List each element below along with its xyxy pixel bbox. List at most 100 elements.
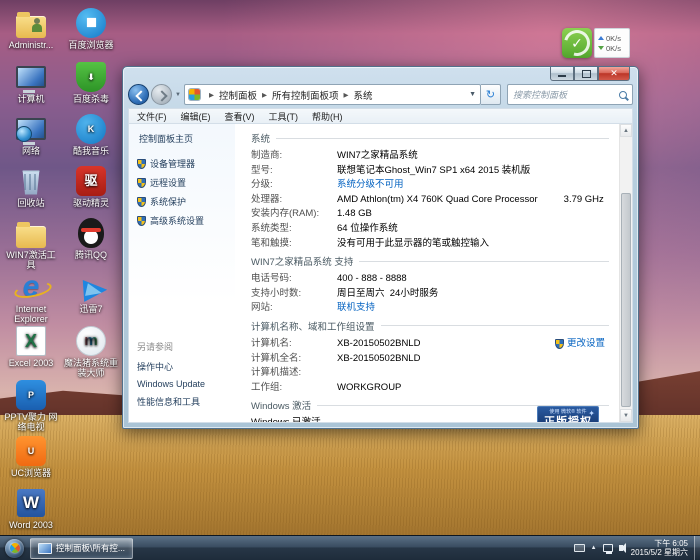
genuine-software-badge[interactable]: ✦ 使用 微软® 软件 正版授权 安全 稳定 声誉 [537, 406, 599, 422]
recent-pages-dropdown[interactable]: ▼ [175, 92, 181, 98]
maximize-button[interactable] [574, 67, 598, 81]
breadcrumb-all-items[interactable]: 所有控制面板项 [272, 88, 339, 102]
desktop-icon-internet-explorer[interactable]: e Internet Explorer [2, 270, 60, 324]
desktop-icon-thunder7[interactable]: 迅雷7 [62, 270, 120, 314]
info-row-computer-name: 计算机名:XB-20150502BNLD 更改设置 [251, 337, 609, 352]
windows-activation-section: Windows 激活 Windows 已激活 产品 ID: 00426-OEM-… [251, 398, 609, 422]
sidebar-item-label: 设备管理器 [150, 157, 195, 170]
icon-label: 迅雷7 [62, 304, 120, 314]
compass-icon [82, 13, 100, 31]
excel-icon: X [16, 326, 46, 356]
menu-view[interactable]: 查看(V) [225, 110, 255, 123]
sidebar-item-performance-tools[interactable]: 性能信息和工具 [137, 395, 235, 408]
info-row-workgroup: 工作组:WORKGROUP [251, 381, 609, 396]
close-icon: ✕ [610, 68, 618, 79]
breadcrumb-control-panel[interactable]: 控制面板 [219, 88, 257, 102]
input-method-icon[interactable] [574, 544, 585, 552]
network-icon [16, 118, 46, 140]
tray-clock[interactable]: 下午 6:05 2015/5/2 星期六 [631, 539, 692, 557]
info-row-hours: 支持小时数:周日至周六 24小时服务 [251, 287, 609, 302]
scroll-up-arrow[interactable]: ▲ [620, 124, 632, 137]
desktop-icon-kuwo-music[interactable]: K 酷我音乐 [62, 112, 120, 156]
rating-unavailable-link[interactable]: 系统分级不可用 [337, 178, 404, 193]
volume-tray-icon[interactable] [619, 545, 623, 551]
control-panel-icon [189, 89, 200, 100]
menu-tools[interactable]: 工具(T) [269, 110, 299, 123]
sidebar-item-advanced-settings[interactable]: 高级系统设置 [137, 214, 235, 227]
sidebar-item-remote-settings[interactable]: 远程设置 [137, 176, 235, 189]
desktop-icon-uc-browser[interactable]: U UC浏览器 [2, 434, 60, 478]
sidebar-item-device-manager[interactable]: 设备管理器 [137, 157, 235, 170]
clock-date: 2015/5/2 星期六 [631, 548, 688, 557]
menu-help[interactable]: 帮助(H) [312, 110, 343, 123]
sidebar-see-also-group: 另请参阅 操作中心 Windows Update 性能信息和工具 [137, 340, 235, 414]
scrollbar-thumb[interactable] [621, 193, 631, 407]
sidebar-item-control-panel-home[interactable]: 控制面板主页 [139, 132, 235, 145]
cpu-clock: 3.79 GHz [564, 193, 604, 208]
taskbar-app-control-panel[interactable]: 控制面板\所有控... [30, 538, 133, 559]
info-row-rating: 分级:系统分级不可用 [251, 178, 609, 193]
recycle-bin-icon [21, 171, 41, 195]
desktop-icon-mofazhu[interactable]: m 魔法猪系统重装大师 [62, 324, 120, 378]
desktop-icon-baidu-antivirus[interactable]: ⬇ 百度杀毒 [62, 60, 120, 104]
info-row-phone: 电话号码:400 - 888 - 8888 [251, 272, 609, 287]
icon-label: PPTV聚力 网络电视 [2, 412, 60, 432]
system-tray: ▲ 下午 6:05 2015/5/2 星期六 [574, 539, 694, 557]
forward-button[interactable] [151, 84, 172, 105]
globe-icon [16, 126, 32, 142]
info-row-website: 网站:联机支持 [251, 301, 609, 316]
desktop-icon-baidu-browser[interactable]: 百度浏览器 [62, 6, 120, 50]
change-settings-link[interactable]: 更改设置 [555, 337, 605, 352]
icon-label: 计算机 [2, 94, 60, 104]
control-panel-window-icon [38, 543, 52, 554]
sidebar-item-action-center[interactable]: 操作中心 [137, 360, 235, 373]
refresh-button[interactable]: ↻ [481, 84, 501, 105]
icon-label: 腾讯QQ [62, 250, 120, 260]
breadcrumb-system[interactable]: 系统 [353, 88, 372, 102]
sidebar-item-label: 系统保护 [150, 195, 186, 208]
scrollbar-track[interactable] [620, 137, 632, 409]
security-check-widget[interactable]: ✓ [562, 28, 592, 58]
desktop-icon-driver-genius[interactable]: 驱 驱动精灵 [62, 164, 120, 208]
desktop-icon-computer[interactable]: 计算机 [2, 60, 60, 104]
desktop-icon-excel-2003[interactable]: X Excel 2003 [2, 324, 60, 368]
desktop-icon-pptv[interactable]: P PPTV聚力 网络电视 [2, 378, 60, 432]
icon-label: 回收站 [2, 198, 60, 208]
menu-edit[interactable]: 编辑(E) [181, 110, 211, 123]
back-button[interactable] [128, 84, 149, 105]
show-hidden-icons-button[interactable]: ▲ [591, 545, 597, 551]
minimize-button[interactable] [550, 67, 574, 81]
show-desktop-button[interactable] [694, 536, 700, 560]
section-header-computer-name: 计算机名称、域和工作组设置 [251, 319, 609, 333]
icon-label: Administr... [2, 40, 60, 50]
desktop-icon-tencent-qq[interactable]: 腾讯QQ [62, 216, 120, 260]
network-speed-widget[interactable]: 0K/s 0K/s [594, 28, 630, 58]
desktop-icon-win7-activator[interactable]: WIN7激活工具 [2, 216, 60, 270]
sidebar-item-system-protection[interactable]: 系统保护 [137, 195, 235, 208]
desktop-icon-administrator[interactable]: Administr... [2, 6, 60, 50]
address-dropdown-icon[interactable]: ▼ [469, 91, 476, 98]
scroll-down-arrow[interactable]: ▼ [620, 409, 632, 422]
close-button[interactable]: ✕ [598, 67, 630, 81]
uac-shield-icon [137, 159, 146, 169]
desktop-icon-recycle-bin[interactable]: 回收站 [2, 164, 60, 208]
online-support-link[interactable]: 联机支持 [337, 301, 375, 316]
start-button[interactable] [5, 539, 24, 558]
download-speed: 0K/s [606, 44, 621, 53]
menu-file[interactable]: 文件(F) [137, 110, 167, 123]
window-caption-buttons: ✕ [550, 67, 630, 81]
icon-label: Word 2003 [2, 520, 60, 530]
info-row-model: 型号:联想笔记本Ghost_Win7 SP1 x64 2015 装机版 [251, 164, 609, 179]
network-tray-icon[interactable] [603, 544, 613, 553]
see-also-header: 另请参阅 [137, 340, 235, 353]
sidebar-item-windows-update[interactable]: Windows Update [137, 379, 235, 389]
desktop-icon-word-2003[interactable]: W Word 2003 [2, 486, 60, 530]
desktop-icon-network[interactable]: 网络 [2, 112, 60, 156]
address-bar[interactable]: ▶ 控制面板 ▶ 所有控制面板项 ▶ 系统 ▼ [184, 84, 481, 105]
vertical-scrollbar[interactable]: ▲ ▼ [619, 124, 632, 422]
window-body: 控制面板主页 设备管理器 远程设置 系统保护 高级系统设置 另请参阅 操作中心 … [128, 123, 633, 423]
search-icon [619, 91, 627, 99]
search-box[interactable] [507, 84, 633, 105]
search-input[interactable] [511, 89, 619, 101]
icon-label: 百度杀毒 [62, 94, 120, 104]
